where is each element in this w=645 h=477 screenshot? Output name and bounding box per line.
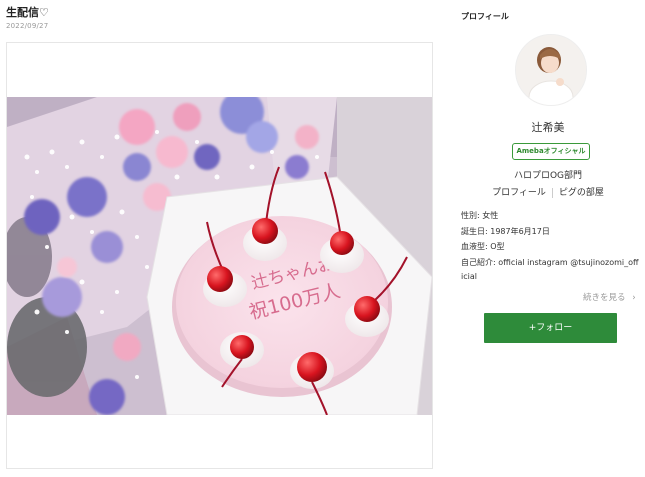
post-date: 2022/09/27 (6, 22, 49, 30)
profile-gender: 性別: 女性 (461, 211, 499, 220)
cake-photo-illustration: 辻ちゃんお 祝100万人 (7, 97, 432, 415)
chevron-right-icon: › (632, 293, 636, 303)
profile-heading: プロフィール (461, 12, 509, 21)
profile-link[interactable]: プロフィール (492, 188, 546, 198)
follow-button[interactable]: +フォロー (484, 313, 617, 343)
post-title: 生配信♡ (6, 6, 49, 19)
profile-blood-type: 血液型: O型 (461, 242, 505, 251)
profile-intro-cont: icial (461, 272, 477, 281)
read-more-label: 続きを見る (583, 293, 626, 303)
pig-room-link[interactable]: ピグの部屋 (559, 188, 604, 198)
avatar-illustration (516, 35, 586, 105)
profile-group: ハロプロOG部門 (513, 171, 583, 181)
official-badge: Amebaオフィシャル (512, 143, 590, 160)
profile-birthday: 誕生日: 1987年6月17日 (461, 227, 550, 236)
post-image-frame[interactable]: 辻ちゃんお 祝100万人 (6, 42, 433, 469)
profile-avatar[interactable] (515, 34, 587, 106)
profile-intro: 自己紹介: official instagram @tsujinozomi_of… (461, 258, 639, 267)
profile-links: プロフィール ピグの部屋 (461, 185, 635, 198)
profile-name[interactable]: 辻希美 (461, 119, 635, 135)
cake-photo[interactable]: 辻ちゃんお 祝100万人 (7, 97, 432, 415)
link-divider (551, 187, 553, 198)
read-more-link[interactable]: 続きを見る › (583, 291, 636, 303)
